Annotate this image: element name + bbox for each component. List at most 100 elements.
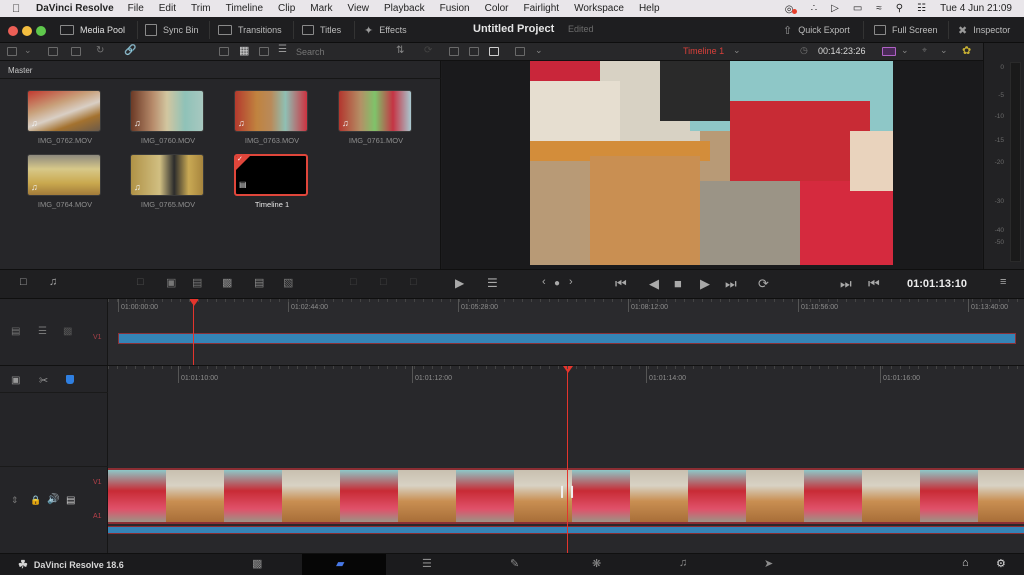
page-media-icon[interactable]: ▩ bbox=[252, 557, 262, 570]
overview-timeline[interactable]: ▤ ☰ ▩ V1 01:00:00:00 01:02:44:00 01:05:28:… bbox=[0, 299, 1024, 365]
battery-icon[interactable]: ▭ bbox=[853, 3, 862, 14]
full-screen-button[interactable]: Full Screen bbox=[874, 17, 938, 43]
page-cut-active[interactable]: ▰ bbox=[302, 554, 386, 575]
menu-file[interactable]: File bbox=[128, 3, 144, 14]
safe-area-icon[interactable] bbox=[515, 47, 525, 56]
append-icon[interactable]: ▣ bbox=[166, 276, 176, 289]
wifi-icon[interactable]: ≈ bbox=[876, 3, 882, 14]
track-destination-icon[interactable]: ▤ bbox=[11, 326, 20, 337]
disabled-tool-icon[interactable]: □ bbox=[350, 276, 357, 288]
mark-in-icon[interactable]: ⏭ bbox=[840, 276, 852, 292]
menu-view[interactable]: View bbox=[348, 3, 370, 14]
menu-color[interactable]: Color bbox=[485, 3, 509, 14]
mark-out-icon[interactable]: ⏮ bbox=[868, 276, 880, 292]
transitions-button[interactable]: Transitions bbox=[218, 17, 282, 43]
film-icon[interactable]: ▤ bbox=[66, 495, 75, 506]
viewer-mode-dual-icon[interactable] bbox=[469, 47, 479, 56]
menu-timeline[interactable]: Timeline bbox=[226, 3, 263, 14]
playhead-line[interactable] bbox=[193, 299, 194, 365]
metadata-view-icon[interactable] bbox=[219, 47, 229, 56]
chevron-down-icon[interactable]: ⌄ bbox=[940, 45, 948, 56]
viewer-overlay-icon[interactable] bbox=[882, 47, 896, 56]
go-to-start-icon[interactable]: ⏮ bbox=[615, 276, 627, 292]
fast-review-icon[interactable]: ▶ bbox=[455, 276, 464, 290]
chevron-down-icon[interactable]: ⌄ bbox=[535, 45, 543, 56]
media-clip[interactable]: ♫ IMG_0765.MOV bbox=[130, 154, 206, 209]
disabled-tool-icon[interactable]: □ bbox=[410, 276, 417, 288]
detail-timeline[interactable]: ▣ ✂ ⇕ 🔒 🔊 ▤ V1 A1 ❙❙ 01:01:10:00 01:01:12… bbox=[0, 365, 1024, 554]
quick-export-button[interactable]: ⇧ Quick Export bbox=[783, 17, 850, 43]
window-zoom-button[interactable] bbox=[36, 26, 46, 36]
control-center-icon[interactable]: ☷ bbox=[917, 3, 926, 14]
loop-icon[interactable]: ⟳ bbox=[758, 276, 769, 292]
play-reverse-icon[interactable]: ◀ bbox=[649, 276, 659, 292]
media-clip[interactable]: ♫ IMG_0761.MOV bbox=[338, 90, 414, 145]
go-to-end-icon[interactable]: ⏭ bbox=[725, 276, 737, 292]
audio-clip-a1[interactable] bbox=[108, 526, 1024, 534]
effects-button[interactable]: ✦ Effects bbox=[364, 17, 407, 43]
filmstrip-view-icon[interactable] bbox=[259, 47, 269, 56]
titles-button[interactable]: Titles bbox=[302, 17, 341, 43]
page-color-icon[interactable]: ❋ bbox=[592, 557, 601, 570]
color-picker-icon[interactable]: ✿ bbox=[962, 44, 971, 57]
source-overwrite2-icon[interactable]: ▧ bbox=[283, 276, 293, 289]
refresh-icon[interactable]: ⟳ bbox=[424, 45, 432, 56]
jog-dot-icon[interactable]: ● bbox=[554, 278, 560, 289]
lock-icon[interactable]: 🔒 bbox=[30, 495, 41, 506]
home-icon[interactable]: ⌂ bbox=[962, 557, 969, 569]
sidebar-toggle-icon[interactable] bbox=[7, 47, 17, 56]
ripple-overwrite-icon[interactable]: ▤ bbox=[192, 276, 202, 289]
menu-playback[interactable]: Playback bbox=[384, 3, 425, 14]
menu-workspace[interactable]: Workspace bbox=[574, 3, 624, 14]
media-pool-button[interactable]: Media Pool bbox=[60, 17, 125, 43]
list-view-icon[interactable]: ☰ bbox=[278, 44, 287, 55]
jog-left-icon[interactable]: ‹ bbox=[542, 276, 546, 288]
jog-right-icon[interactable]: › bbox=[569, 276, 573, 288]
adjustments-icon[interactable]: ☰ bbox=[487, 276, 498, 290]
timeline-clip[interactable]: ✓ ▤ Timeline 1 bbox=[234, 154, 310, 209]
menu-app-name[interactable]: DaVinci Resolve bbox=[36, 3, 114, 14]
play-icon[interactable]: ▶ bbox=[700, 276, 710, 292]
page-fusion-icon[interactable]: ✎ bbox=[510, 557, 519, 570]
source-audio-icon[interactable]: ♫ bbox=[49, 276, 57, 288]
chevron-down-icon[interactable]: ⌄ bbox=[901, 45, 909, 56]
close-up-icon[interactable]: ▩ bbox=[222, 276, 232, 289]
import-folder-icon[interactable] bbox=[71, 47, 81, 56]
link-icon[interactable]: 🔗 bbox=[124, 45, 136, 56]
timeline-name-dropdown[interactable]: Timeline 1 bbox=[683, 46, 724, 56]
page-deliver-icon[interactable]: ➤ bbox=[764, 557, 773, 570]
media-clip[interactable]: ♫ IMG_0762.MOV bbox=[27, 90, 103, 145]
menu-trim[interactable]: Trim bbox=[191, 3, 211, 14]
snapping-icon[interactable]: ▣ bbox=[11, 375, 20, 386]
playhead-marker[interactable] bbox=[563, 366, 573, 373]
chevron-down-icon[interactable]: ⌄ bbox=[24, 45, 32, 56]
apple-icon[interactable]:  bbox=[12, 3, 26, 15]
relink-icon[interactable]: ↻ bbox=[96, 45, 104, 56]
source-overwrite-icon[interactable]: □ bbox=[20, 276, 27, 288]
menubar-clock[interactable]: Tue 4 Jun 21:09 bbox=[940, 3, 1012, 14]
menu-help[interactable]: Help bbox=[639, 3, 660, 14]
window-close-button[interactable] bbox=[8, 26, 18, 36]
settings-gear-icon[interactable]: ⚙ bbox=[996, 557, 1006, 570]
viewer-frame[interactable] bbox=[530, 61, 893, 265]
disabled-tool-icon[interactable]: □ bbox=[380, 276, 387, 288]
viewer-mode-single-icon[interactable] bbox=[449, 47, 459, 56]
thumbnail-view-icon[interactable]: ▦ bbox=[239, 44, 249, 57]
media-clip[interactable]: ♫ IMG_0764.MOV bbox=[27, 154, 103, 209]
speaker-icon[interactable]: 🔊 bbox=[47, 494, 59, 505]
menu-fusion[interactable]: Fusion bbox=[440, 3, 470, 14]
chevron-down-icon[interactable]: ⌄ bbox=[733, 45, 741, 56]
viewer-mode-tape-icon[interactable] bbox=[489, 47, 499, 56]
transform-icon[interactable]: ⌖ bbox=[922, 45, 927, 56]
menu-clip[interactable]: Clip bbox=[278, 3, 295, 14]
audio-track-sync-icon[interactable]: ☰ bbox=[38, 326, 47, 337]
media-clip[interactable]: ♫ IMG_0763.MOV bbox=[234, 90, 310, 145]
play-circle-icon[interactable]: ▷ bbox=[831, 3, 839, 14]
overview-clip-bar[interactable] bbox=[118, 333, 1016, 344]
place-on-top-icon[interactable]: ▤ bbox=[254, 276, 264, 289]
window-minimize-button[interactable] bbox=[22, 26, 32, 36]
sync-bin-button[interactable]: Sync Bin bbox=[145, 17, 199, 43]
menu-fairlight[interactable]: Fairlight bbox=[524, 3, 560, 14]
menu-mark[interactable]: Mark bbox=[310, 3, 332, 14]
inspector-button[interactable]: ✖ Inspector bbox=[958, 17, 1010, 43]
